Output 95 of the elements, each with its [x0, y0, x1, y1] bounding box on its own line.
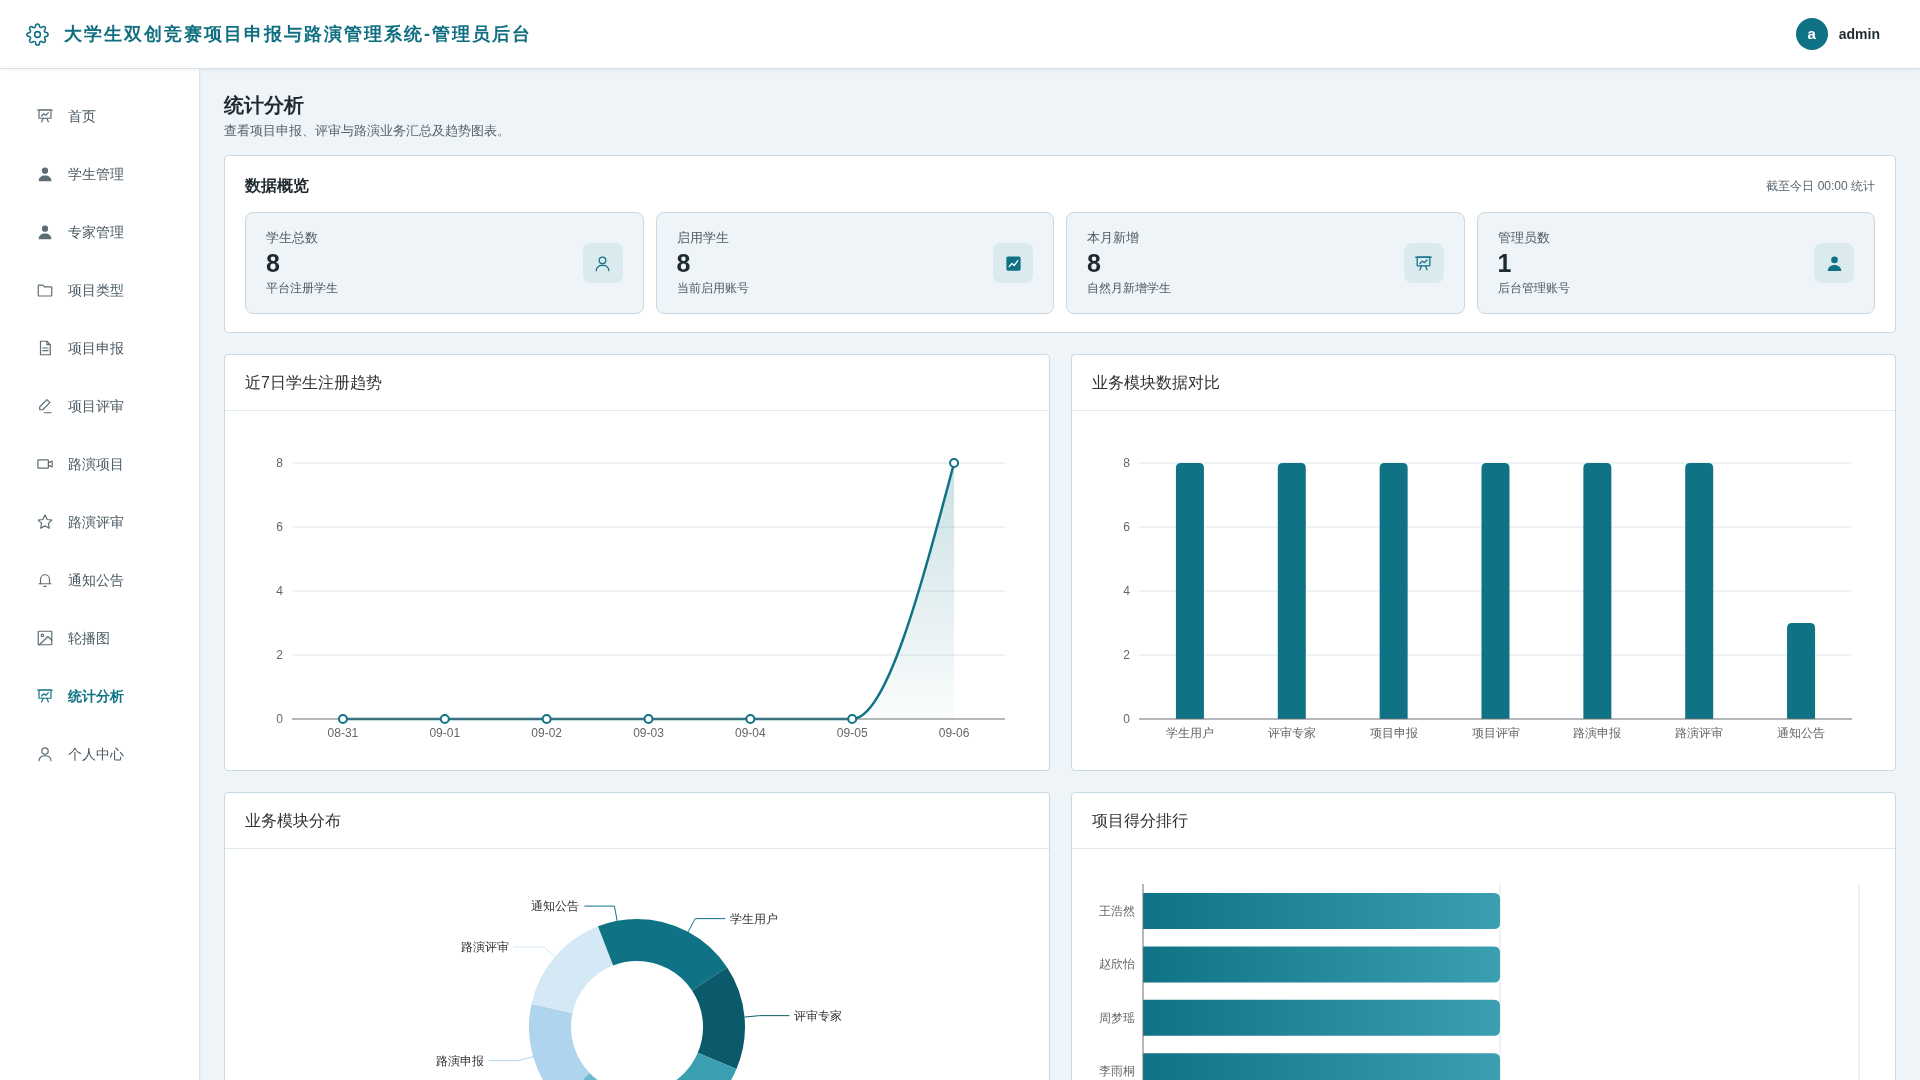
- sidebar-item[interactable]: 路演项目: [0, 435, 199, 493]
- axis-label: 6: [1122, 520, 1130, 534]
- stat-value: 8: [1087, 248, 1102, 279]
- data-point: [745, 714, 756, 724]
- person-icon: [36, 745, 54, 763]
- stat-value: 8: [266, 248, 281, 279]
- axis-label: 路演评审: [1674, 726, 1723, 740]
- stat-caption: 后台管理账号: [1497, 280, 1570, 297]
- axis-label: 学生用户: [1165, 726, 1214, 740]
- person-name: 周梦瑶: [1098, 1010, 1135, 1025]
- axis-label: 项目评审: [1471, 726, 1519, 740]
- data-point: [643, 714, 654, 724]
- chart-icon: [993, 243, 1033, 283]
- stat-value: 1: [1497, 248, 1513, 279]
- app-title: 大学生双创竞赛项目申报与路演管理系统-管理员后台: [64, 22, 532, 46]
- chart-title: 近7日学生注册趋势: [245, 372, 382, 393]
- axis-label: 2: [1122, 648, 1130, 662]
- user-avatar[interactable]: a: [1795, 18, 1828, 50]
- axis-label: 09-03: [633, 726, 664, 740]
- sidebar-item[interactable]: 项目申报: [0, 319, 199, 377]
- axis-label: 0: [276, 712, 283, 726]
- user-name[interactable]: admin: [1838, 23, 1880, 45]
- presentation-chart-icon: [36, 687, 54, 705]
- axis-label: 09-01: [429, 726, 461, 740]
- stat-label: 启用学生: [676, 229, 730, 247]
- presentation-chart-icon: [1403, 243, 1444, 283]
- stats-note: 截至今日 00:00 统计: [1766, 178, 1875, 195]
- chart-title: 项目得分排行: [1091, 810, 1188, 831]
- slice-label: 学生用户: [730, 911, 779, 926]
- person-name: 赵欣怡: [1098, 957, 1135, 972]
- axis-label: 8: [276, 456, 283, 470]
- person-icon: [582, 243, 623, 283]
- chart-title: 业务模块数据对比: [1091, 372, 1220, 393]
- page-subtitle: 查看项目申报、评审与路演业务汇总及趋势图表。: [224, 122, 510, 140]
- sidebar-item[interactable]: 统计分析: [0, 667, 199, 725]
- axis-label: 09-04: [735, 726, 766, 740]
- stat-caption: 自然月新增学生: [1087, 280, 1171, 297]
- axis-label: 09-02: [531, 726, 562, 740]
- leader-line: [513, 946, 556, 958]
- sidebar-item[interactable]: 学生管理: [0, 145, 199, 203]
- data-point: [949, 458, 960, 468]
- sidebar-item[interactable]: 专家管理: [0, 203, 199, 261]
- page-title: 统计分析: [224, 93, 304, 118]
- sidebar-item[interactable]: 通知公告: [0, 551, 199, 609]
- stat-value: 8: [676, 248, 692, 279]
- pencil-icon: [36, 397, 54, 415]
- stat-label: 管理员数: [1497, 229, 1551, 247]
- chart-title: 业务模块分布: [245, 810, 341, 831]
- slice-label: 路演评审: [460, 939, 509, 954]
- stat-caption: 当前启用账号: [676, 280, 749, 297]
- stat-label: 本月新增: [1087, 229, 1140, 247]
- data-point: [439, 714, 450, 724]
- slice-label: 评审专家: [794, 1008, 843, 1023]
- sidebar-item[interactable]: 轮播图: [0, 609, 199, 667]
- axis-label: 8: [1122, 456, 1130, 470]
- axis-label: 08-31: [327, 726, 359, 740]
- leader-line: [488, 1056, 534, 1062]
- image-icon: [36, 629, 54, 647]
- axis-label: 6: [276, 520, 283, 534]
- slice-label: 路演申报: [435, 1053, 484, 1068]
- bell-icon: [36, 571, 54, 589]
- axis-label: 2: [276, 648, 283, 662]
- stat-caption: 平台注册学生: [266, 280, 338, 297]
- axis-label: 0: [1122, 712, 1130, 726]
- section-title: 数据概览: [245, 176, 309, 196]
- axis-label: 项目申报: [1369, 726, 1418, 740]
- axis-label: 09-06: [938, 726, 970, 740]
- person-name: 李雨桐: [1098, 1064, 1135, 1079]
- sidebar-item[interactable]: 项目评审: [0, 377, 199, 435]
- axis-label: 评审专家: [1267, 726, 1316, 740]
- sidebar-item[interactable]: 项目类型: [0, 261, 199, 319]
- sidebar-item[interactable]: 个人中心: [0, 725, 199, 783]
- sidebar-item[interactable]: 路演评审: [0, 493, 199, 551]
- data-point: [847, 714, 858, 724]
- sidebar-item[interactable]: 首页: [0, 87, 199, 145]
- folder-icon: [36, 281, 54, 299]
- slice-label: 通知公告: [531, 899, 580, 914]
- stat-label: 学生总数: [266, 229, 319, 247]
- data-point: [337, 714, 348, 724]
- leader-line: [583, 905, 618, 922]
- person-name: 王浩然: [1098, 904, 1135, 918]
- presentation-chart-icon: [36, 107, 54, 125]
- axis-label: 4: [1122, 584, 1130, 598]
- leader-line: [744, 1015, 790, 1018]
- person-icon: [36, 223, 54, 241]
- data-point: [541, 714, 552, 724]
- axis-label: 通知公告: [1776, 726, 1825, 740]
- star-icon: [36, 513, 54, 531]
- axis-label: 4: [276, 584, 283, 598]
- axis-label: 路演申报: [1572, 726, 1621, 740]
- axis-label: 09-05: [836, 726, 868, 740]
- leader-line: [687, 918, 726, 933]
- settings-icon: [26, 22, 49, 46]
- person-icon: [36, 165, 54, 183]
- person-icon: [1814, 243, 1854, 283]
